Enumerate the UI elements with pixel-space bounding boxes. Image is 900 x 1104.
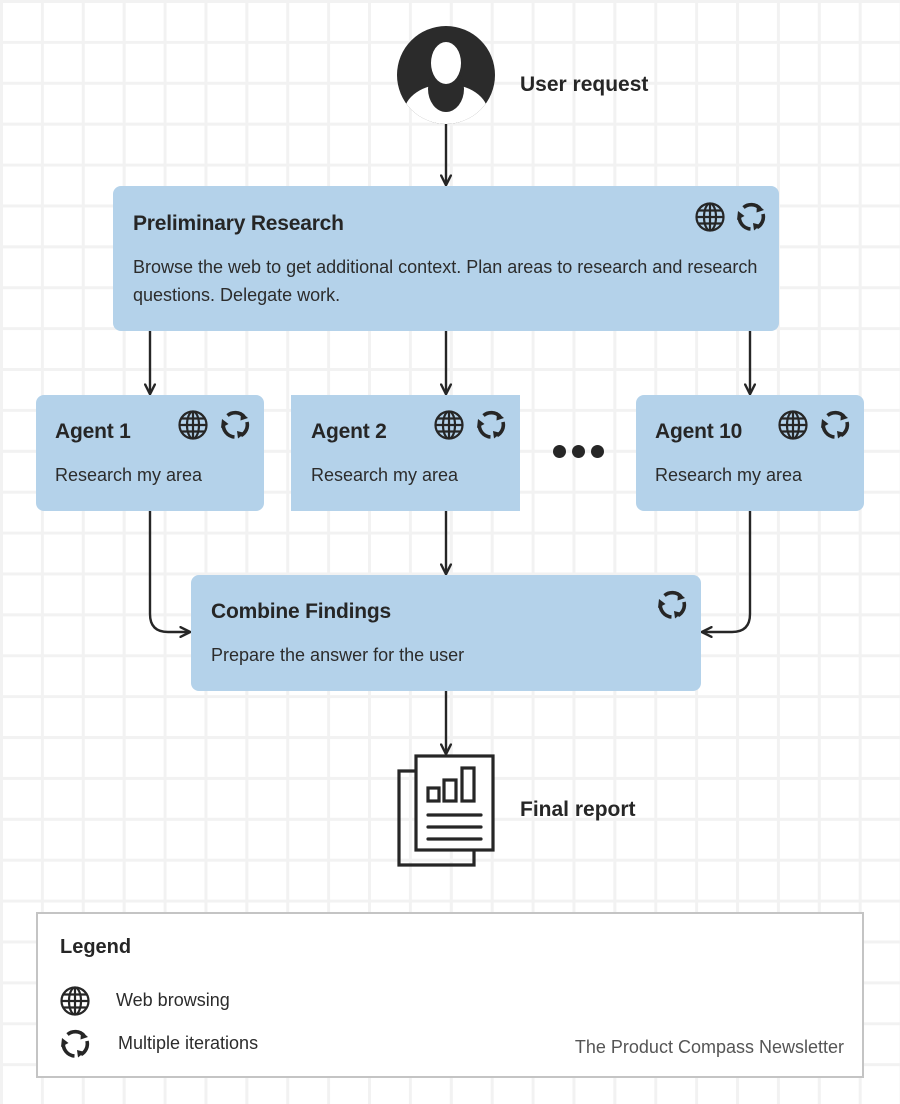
agent-1-node: Agent 1 Research my area [36,395,264,511]
cycle-icon [735,201,767,233]
ellipsis-dot [572,445,585,458]
newsletter-credit: The Product Compass Newsletter [574,1037,844,1057]
globe-icon [694,201,726,233]
preliminary-research-title: Preliminary Research [133,212,344,235]
combine-findings-title: Combine Findings [211,600,391,623]
legend-item-web-browsing: Web browsing [116,990,230,1010]
more-agents-ellipsis [553,445,604,458]
cycle-icon [656,589,688,621]
preliminary-research-description: Browse the web to get additional context… [133,257,758,305]
globe-icon [777,409,809,441]
agent-description: Research my area [655,465,803,485]
ellipsis-dot [591,445,604,458]
arrow-agent-10-to-combine [703,511,752,632]
user-request-label: User request [520,73,649,96]
cycle-icon [219,409,251,441]
cycle-icon [59,1028,91,1060]
agent-title: Agent 1 [55,420,131,443]
combine-findings-description: Prepare the answer for the user [211,645,465,665]
agent-description: Research my area [55,465,203,485]
preliminary-research-node: Preliminary Research Browse the web to g… [113,186,779,331]
final-report-label: Final report [520,798,636,821]
globe-icon [59,985,91,1017]
legend-panel: Legend Web browsing Multiple iterations … [36,912,864,1078]
agent-2-node: Agent 2 Research my area [291,395,520,511]
agent-title: Agent 2 [311,420,387,443]
agent-title: Agent 10 [655,420,743,443]
arrow-agent-1-to-combine [148,511,189,632]
legend-item-multiple-iterations: Multiple iterations [118,1033,259,1053]
globe-icon [177,409,209,441]
agent-10-node: Agent 10 Research my area [636,395,864,511]
cycle-icon [475,409,507,441]
combine-findings-node: Combine Findings Prepare the answer for … [191,575,701,691]
agent-description: Research my area [311,465,459,485]
cycle-icon [819,409,851,441]
legend-title: Legend [60,936,132,958]
user-avatar-icon [397,26,495,124]
globe-icon [433,409,465,441]
report-document-icon [396,753,498,869]
ellipsis-dot [553,445,566,458]
